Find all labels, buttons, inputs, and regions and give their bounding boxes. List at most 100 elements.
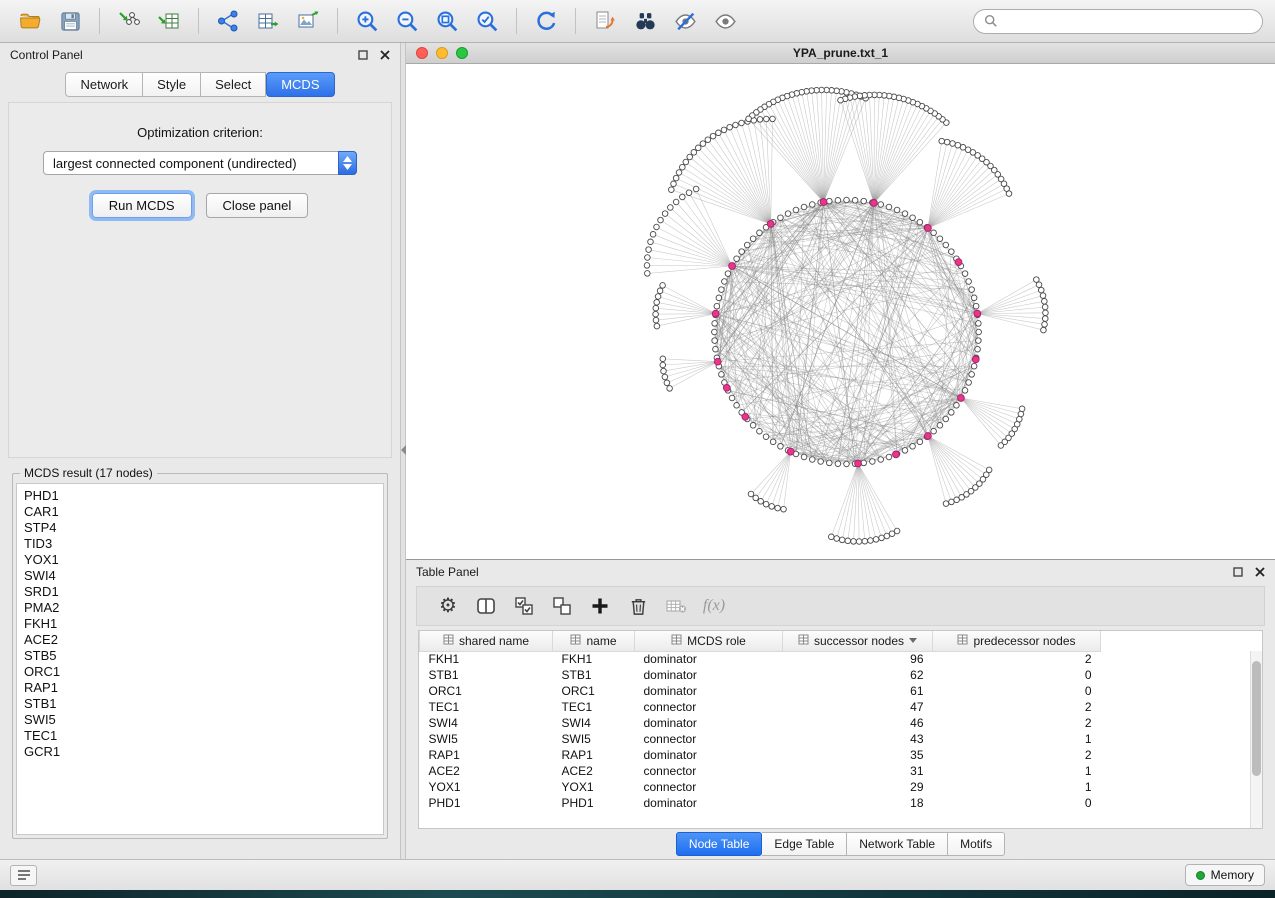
table-cell[interactable]: RAP1 <box>553 747 635 763</box>
optimization-criterion-select[interactable]: largest connected component (undirected) <box>43 151 357 175</box>
close-panel-icon[interactable] <box>1255 567 1265 577</box>
open-file-button[interactable] <box>12 5 48 37</box>
delete-table-button[interactable] <box>657 590 695 622</box>
float-window-icon[interactable] <box>358 50 368 60</box>
search-network-button[interactable] <box>627 5 663 37</box>
zoom-in-button[interactable] <box>349 5 385 37</box>
zoom-fit-button[interactable] <box>429 5 465 37</box>
mcds-result-item[interactable]: ORC1 <box>24 664 376 680</box>
tab-style[interactable]: Style <box>143 72 201 97</box>
table-cell[interactable]: 46 <box>783 715 933 731</box>
memory-button[interactable]: Memory <box>1185 864 1265 886</box>
table-cell[interactable]: dominator <box>635 683 783 699</box>
table-cell[interactable]: 31 <box>783 763 933 779</box>
mcds-result-item[interactable]: GCR1 <box>24 744 376 760</box>
table-cell[interactable]: PHD1 <box>420 795 553 811</box>
maximize-window-icon[interactable] <box>456 47 468 59</box>
table-cell[interactable]: 29 <box>783 779 933 795</box>
table-cell[interactable]: dominator <box>635 747 783 763</box>
table-row[interactable]: TEC1TEC1connector472 <box>420 699 1250 715</box>
table-cell[interactable]: dominator <box>635 795 783 811</box>
table-cell[interactable]: STB1 <box>420 667 553 683</box>
column-header-name[interactable]: name <box>553 631 635 651</box>
show-details-button[interactable] <box>707 5 743 37</box>
mcds-result-item[interactable]: SWI5 <box>24 712 376 728</box>
column-header-predecessor-nodes[interactable]: predecessor nodes <box>933 631 1101 651</box>
table-row[interactable]: RAP1RAP1dominator352 <box>420 747 1250 763</box>
table-cell[interactable]: 96 <box>783 651 933 667</box>
column-header-successor-nodes[interactable]: successor nodes <box>783 631 933 651</box>
table-cell[interactable]: ORC1 <box>553 683 635 699</box>
mcds-result-item[interactable]: TID3 <box>24 536 376 552</box>
table-cell[interactable]: TEC1 <box>553 699 635 715</box>
add-column-button[interactable] <box>581 590 619 622</box>
zoom-out-button[interactable] <box>389 5 425 37</box>
table-cell[interactable]: dominator <box>635 667 783 683</box>
table-cell[interactable]: 0 <box>933 683 1101 699</box>
table-cell[interactable]: ACE2 <box>420 763 553 779</box>
table-cell[interactable]: SWI4 <box>420 715 553 731</box>
table-settings-button[interactable]: ⚙ <box>429 590 467 622</box>
network-graph[interactable] <box>406 64 1275 559</box>
table-cell[interactable]: connector <box>635 699 783 715</box>
table-row[interactable]: ACE2ACE2connector311 <box>420 763 1250 779</box>
table-cell[interactable]: YOX1 <box>420 779 553 795</box>
export-table-button[interactable] <box>250 5 286 37</box>
save-session-button[interactable] <box>52 5 88 37</box>
mcds-result-item[interactable]: RAP1 <box>24 680 376 696</box>
mcds-result-item[interactable]: STB5 <box>24 648 376 664</box>
mcds-result-item[interactable]: TEC1 <box>24 728 376 744</box>
table-cell[interactable]: FKH1 <box>553 651 635 667</box>
table-cell[interactable]: SWI5 <box>553 731 635 747</box>
import-table-button[interactable] <box>151 5 187 37</box>
table-cell[interactable]: dominator <box>635 715 783 731</box>
mcds-result-item[interactable]: CAR1 <box>24 504 376 520</box>
table-cell[interactable]: TEC1 <box>420 699 553 715</box>
mcds-result-item[interactable]: PHD1 <box>24 488 376 504</box>
refresh-button[interactable] <box>528 5 564 37</box>
tab-mcds[interactable]: MCDS <box>266 72 334 97</box>
table-cell[interactable]: dominator <box>635 651 783 667</box>
table-cell[interactable]: 43 <box>783 731 933 747</box>
table-cell[interactable]: 35 <box>783 747 933 763</box>
close-window-icon[interactable] <box>416 47 428 59</box>
mcds-result-item[interactable]: FKH1 <box>24 616 376 632</box>
table-cell[interactable]: connector <box>635 763 783 779</box>
tab-network-table[interactable]: Network Table <box>847 832 948 856</box>
table-row[interactable]: FKH1FKH1dominator962 <box>420 651 1250 667</box>
tab-motifs[interactable]: Motifs <box>948 832 1005 856</box>
float-window-icon[interactable] <box>1233 567 1243 577</box>
table-cell[interactable]: 62 <box>783 667 933 683</box>
table-cell[interactable]: SWI5 <box>420 731 553 747</box>
table-cell[interactable]: 2 <box>933 651 1101 667</box>
table-cell[interactable]: 0 <box>933 667 1101 683</box>
select-all-button[interactable] <box>505 590 543 622</box>
zoom-selected-button[interactable] <box>469 5 505 37</box>
delete-column-button[interactable] <box>619 590 657 622</box>
tab-select[interactable]: Select <box>201 72 266 97</box>
mcds-result-item[interactable]: YOX1 <box>24 552 376 568</box>
table-row[interactable]: ORC1ORC1dominator610 <box>420 683 1250 699</box>
deselect-all-button[interactable] <box>543 590 581 622</box>
table-cell[interactable]: PHD1 <box>553 795 635 811</box>
share-document-button[interactable] <box>587 5 623 37</box>
table-cell[interactable]: 18 <box>783 795 933 811</box>
minimize-window-icon[interactable] <box>436 47 448 59</box>
mcds-result-item[interactable]: ACE2 <box>24 632 376 648</box>
table-vertical-scrollbar[interactable] <box>1250 651 1262 828</box>
table-cell[interactable]: ORC1 <box>420 683 553 699</box>
scrollbar-thumb[interactable] <box>1252 661 1261 776</box>
table-row[interactable]: SWI5SWI5connector431 <box>420 731 1250 747</box>
table-cell[interactable]: 1 <box>933 779 1101 795</box>
column-header-mcds-role[interactable]: MCDS role <box>635 631 783 651</box>
table-cell[interactable]: 0 <box>933 795 1101 811</box>
tab-network[interactable]: Network <box>65 72 143 97</box>
table-cell[interactable]: 61 <box>783 683 933 699</box>
function-builder-button[interactable]: f(x) <box>695 590 733 622</box>
run-mcds-button[interactable]: Run MCDS <box>92 193 192 218</box>
table-cell[interactable]: 47 <box>783 699 933 715</box>
import-network-button[interactable] <box>111 5 147 37</box>
table-cell[interactable]: YOX1 <box>553 779 635 795</box>
mcds-result-item[interactable]: SRD1 <box>24 584 376 600</box>
network-canvas[interactable] <box>406 64 1275 559</box>
